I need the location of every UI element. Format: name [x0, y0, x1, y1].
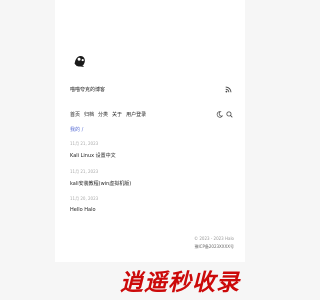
post-title[interactable]: Hello Halo	[70, 207, 96, 213]
nav-item-categories[interactable]: 分类	[98, 111, 108, 118]
nav-item-login[interactable]: 用户登录	[126, 111, 146, 118]
search-icon[interactable]	[226, 111, 233, 118]
watermark-logo: 逍遥秒收录	[120, 270, 240, 296]
post-date: 11月 20, 2023	[70, 196, 99, 201]
nav-item-archive[interactable]: 归档	[84, 111, 94, 118]
avatar[interactable]	[71, 52, 89, 70]
post-date: 11月 21, 2023	[70, 141, 99, 146]
breadcrumb[interactable]: 我的 /	[70, 126, 83, 133]
footer-icp[interactable]: 豫ICP备2023XXXX号	[194, 244, 234, 250]
post-title[interactable]: Kali Linux 设置中文	[70, 152, 116, 159]
blog-card: 喵喵夸克的博客 首页 归档 分类 关于 用户登录 我的 / 11月 21, 20…	[55, 0, 245, 262]
theme-toggle-icon[interactable]	[216, 111, 223, 118]
footer-copyright: © 2023 - 2023 Halo	[194, 236, 234, 241]
post-title[interactable]: kali安装教程(win虚拟机版)	[70, 180, 131, 187]
rss-icon[interactable]	[225, 86, 232, 93]
post-date: 11月 21, 2023	[70, 169, 99, 174]
nav-item-about[interactable]: 关于	[112, 111, 122, 118]
nav-item-home[interactable]: 首页	[70, 111, 80, 118]
site-title[interactable]: 喵喵夸克的博客	[70, 86, 105, 93]
main-nav: 首页 归档 分类 关于 用户登录	[70, 111, 146, 118]
